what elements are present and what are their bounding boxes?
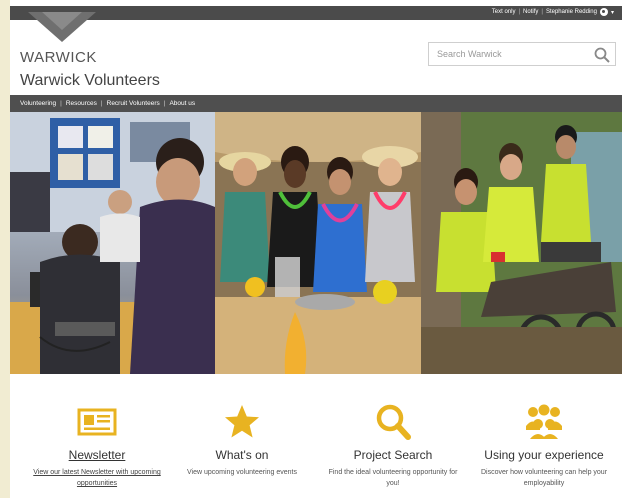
utility-links: Text only | Notify | Stephanie Redding ▾ [492, 8, 614, 16]
newspaper-icon[interactable] [77, 402, 117, 442]
feature-title[interactable]: Using your experience [469, 448, 619, 462]
user-account-icon[interactable] [599, 8, 608, 16]
star-icon[interactable] [222, 402, 262, 442]
nav-item-about-us[interactable]: About us [169, 100, 195, 107]
feature-title[interactable]: What's on [167, 448, 317, 462]
nav-separator: | [100, 100, 103, 107]
hero-photo-canal-cleanup [421, 112, 622, 374]
nav-separator: | [163, 100, 166, 107]
feature-description: Find the ideal volunteering opportunity … [328, 469, 458, 487]
nav-item-resources[interactable]: Resources [66, 100, 97, 107]
feature-newsletter[interactable]: Newsletter View our latest Newsletter wi… [22, 402, 172, 489]
main-nav: Volunteering | Resources | Recruit Volun… [10, 95, 622, 112]
separator: | [518, 9, 521, 15]
feature-title[interactable]: Project Search [318, 448, 468, 462]
feature-project-search[interactable]: Project Search Find the ideal volunteeri… [318, 402, 468, 489]
nav-item-volunteering[interactable]: Volunteering [20, 100, 56, 107]
people-icon[interactable] [524, 402, 564, 442]
separator: | [541, 9, 543, 15]
nav-separator: | [60, 100, 62, 107]
magnifier-icon[interactable] [373, 402, 413, 442]
hero-banner [10, 112, 622, 374]
search-input[interactable] [429, 43, 589, 65]
notify-link[interactable]: Notify [523, 9, 538, 15]
site-title[interactable]: Warwick Volunteers [20, 72, 160, 90]
feature-using-your-experience[interactable]: Using your experience Discover how volun… [469, 402, 619, 489]
feature-description[interactable]: View our latest Newsletter with upcoming… [27, 467, 167, 489]
user-name-link[interactable]: Stephanie Redding [546, 9, 597, 15]
warwick-logo-text[interactable]: WARWICK [20, 49, 97, 66]
party-illustration [215, 112, 421, 374]
warwick-logo-mark[interactable] [28, 12, 96, 42]
left-accent-strip [0, 0, 10, 498]
search-icon[interactable] [593, 46, 611, 64]
page: Text only | Notify | Stephanie Redding ▾… [10, 6, 622, 498]
hero-photo-classroom [10, 112, 215, 374]
hero-photo-party [215, 112, 421, 374]
feature-description: Discover how volunteering can help your … [480, 469, 608, 487]
feature-links: Newsletter View our latest Newsletter wi… [10, 374, 622, 498]
chevron-down-icon[interactable]: ▾ [611, 9, 614, 16]
feature-whats-on[interactable]: What's on View upcoming volunteering eve… [167, 402, 317, 478]
search-box [428, 42, 616, 66]
feature-title[interactable]: Newsletter [22, 448, 172, 462]
canal-illustration [421, 112, 622, 374]
text-only-link[interactable]: Text only [492, 9, 516, 15]
classroom-illustration [10, 112, 215, 374]
feature-description: View upcoming volunteering events [187, 469, 297, 476]
nav-item-recruit-volunteers[interactable]: Recruit Volunteers [107, 100, 160, 107]
top-utility-bar: Text only | Notify | Stephanie Redding ▾ [10, 6, 622, 20]
